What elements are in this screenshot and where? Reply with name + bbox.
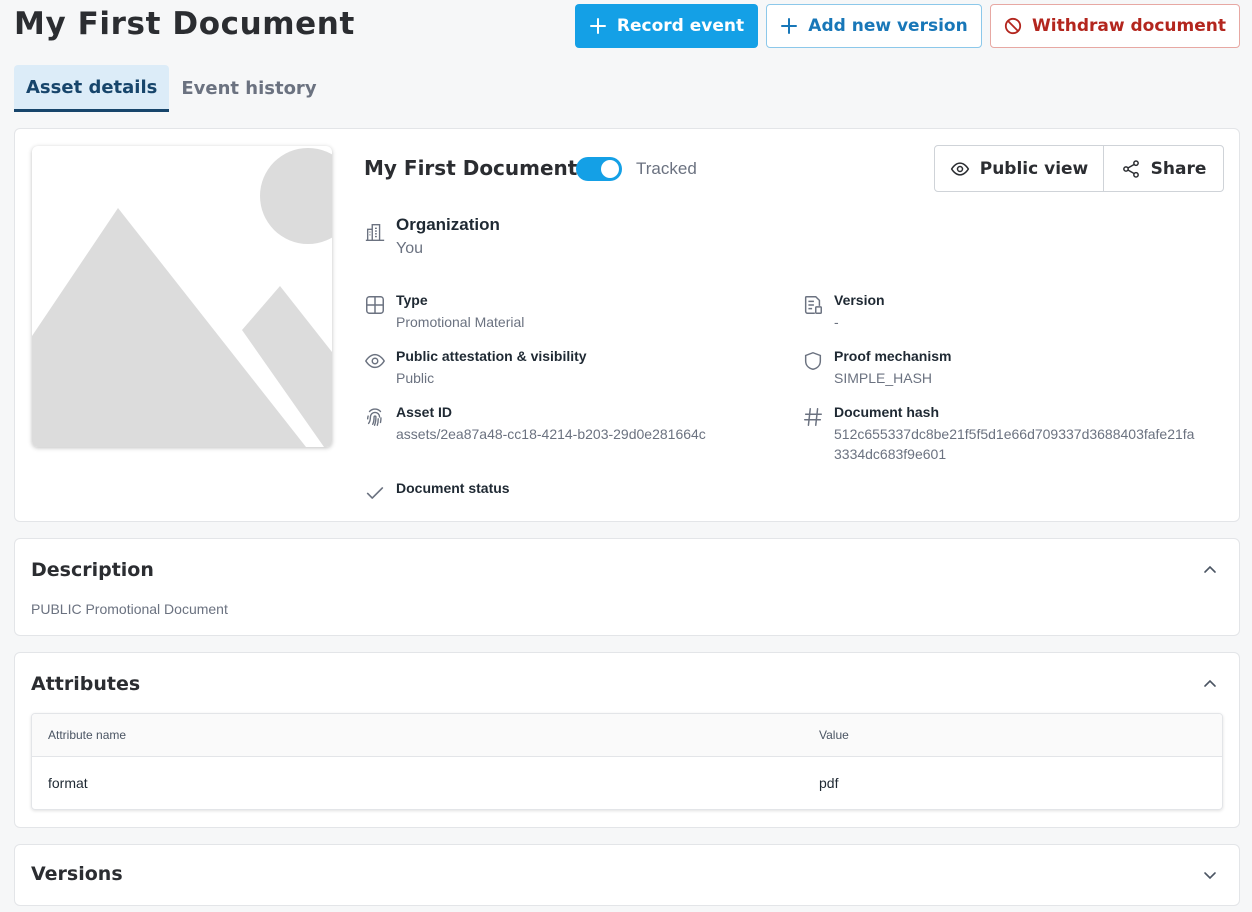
organization-value: You bbox=[396, 240, 423, 257]
public-view-label: Public view bbox=[979, 158, 1089, 179]
asset-action-group: Public view Share bbox=[934, 145, 1224, 192]
description-text: PUBLIC Promotional Document bbox=[31, 601, 228, 617]
document-status-label: Document status bbox=[396, 480, 510, 496]
attributes-card: Attributes Attribute name Value format p… bbox=[14, 652, 1240, 828]
withdraw-document-label: Withdraw document bbox=[1032, 16, 1226, 36]
attributes-title: Attributes bbox=[31, 673, 141, 695]
tracked-label: Tracked bbox=[636, 159, 697, 178]
building-icon bbox=[365, 223, 385, 241]
chevron-down-icon[interactable] bbox=[1201, 866, 1219, 884]
hash-icon bbox=[804, 408, 822, 426]
add-new-version-label: Add new version bbox=[808, 16, 968, 36]
description-card: Description PUBLIC Promotional Document bbox=[14, 538, 1240, 636]
visibility-label: Public attestation & visibility bbox=[396, 348, 587, 364]
document-list-icon bbox=[804, 296, 822, 314]
versions-card: Versions bbox=[14, 844, 1240, 906]
tab-asset-details[interactable]: Asset details bbox=[14, 65, 170, 112]
withdraw-document-button[interactable]: Withdraw document bbox=[990, 4, 1240, 48]
asset-image-placeholder bbox=[32, 146, 332, 447]
asset-id-value: assets/2ea87a48-cc18-4214-b203-29d0e2816… bbox=[396, 426, 706, 442]
chevron-up-icon[interactable] bbox=[1201, 675, 1219, 693]
fingerprint-icon bbox=[366, 408, 382, 426]
share-icon bbox=[1122, 159, 1139, 178]
plus-icon bbox=[589, 18, 606, 34]
check-icon bbox=[366, 487, 384, 499]
type-value: Promotional Material bbox=[396, 314, 525, 330]
share-label: Share bbox=[1150, 158, 1207, 179]
record-event-button[interactable]: Record event bbox=[575, 4, 758, 48]
visibility-value: Public bbox=[396, 370, 435, 386]
ban-icon bbox=[1004, 17, 1022, 35]
column-header-value: Value bbox=[819, 728, 849, 742]
record-event-label: Record event bbox=[616, 16, 745, 36]
type-label: Type bbox=[396, 292, 428, 308]
share-button[interactable]: Share bbox=[1104, 146, 1223, 191]
version-value: - bbox=[834, 314, 839, 330]
tab-event-history[interactable]: Event history bbox=[169, 65, 328, 112]
eye-icon bbox=[950, 161, 969, 176]
asset-details-card: My First Document Tracked Public view Sh… bbox=[14, 128, 1240, 522]
eye-icon bbox=[364, 353, 386, 369]
tab-bar: Asset details Event history bbox=[14, 65, 329, 112]
page-title: My First Document bbox=[14, 6, 355, 42]
attribute-name-cell: format bbox=[48, 775, 88, 791]
table-header: Attribute name Value bbox=[32, 714, 1222, 757]
attributes-table: Attribute name Value format pdf bbox=[31, 713, 1223, 810]
organization-label: Organization bbox=[396, 215, 500, 234]
shield-icon bbox=[804, 351, 822, 371]
proof-mechanism-value: SIMPLE_HASH bbox=[834, 370, 933, 386]
asset-id-label: Asset ID bbox=[396, 404, 453, 420]
public-view-button[interactable]: Public view bbox=[935, 146, 1104, 191]
document-hash-value-line2: 3334dc683f9e601 bbox=[834, 446, 947, 462]
document-hash-label: Document hash bbox=[834, 404, 940, 420]
image-placeholder-icon bbox=[32, 148, 332, 447]
description-title: Description bbox=[31, 559, 154, 581]
versions-title: Versions bbox=[31, 863, 123, 885]
grid-icon bbox=[366, 296, 384, 314]
attribute-value-cell: pdf bbox=[819, 775, 839, 791]
proof-mechanism-label: Proof mechanism bbox=[834, 348, 952, 364]
version-label: Version bbox=[834, 292, 885, 308]
chevron-up-icon[interactable] bbox=[1201, 561, 1219, 579]
document-hash-value-line1: 512c655337dc8be21f5f5d1e66d709337d368840… bbox=[834, 426, 1195, 442]
table-row: format pdf bbox=[32, 757, 1222, 809]
plus-icon bbox=[781, 18, 798, 34]
add-new-version-button[interactable]: Add new version bbox=[766, 4, 982, 48]
column-header-attribute-name: Attribute name bbox=[48, 728, 127, 742]
asset-title: My First Document bbox=[364, 156, 578, 180]
tracked-toggle[interactable] bbox=[576, 157, 622, 181]
